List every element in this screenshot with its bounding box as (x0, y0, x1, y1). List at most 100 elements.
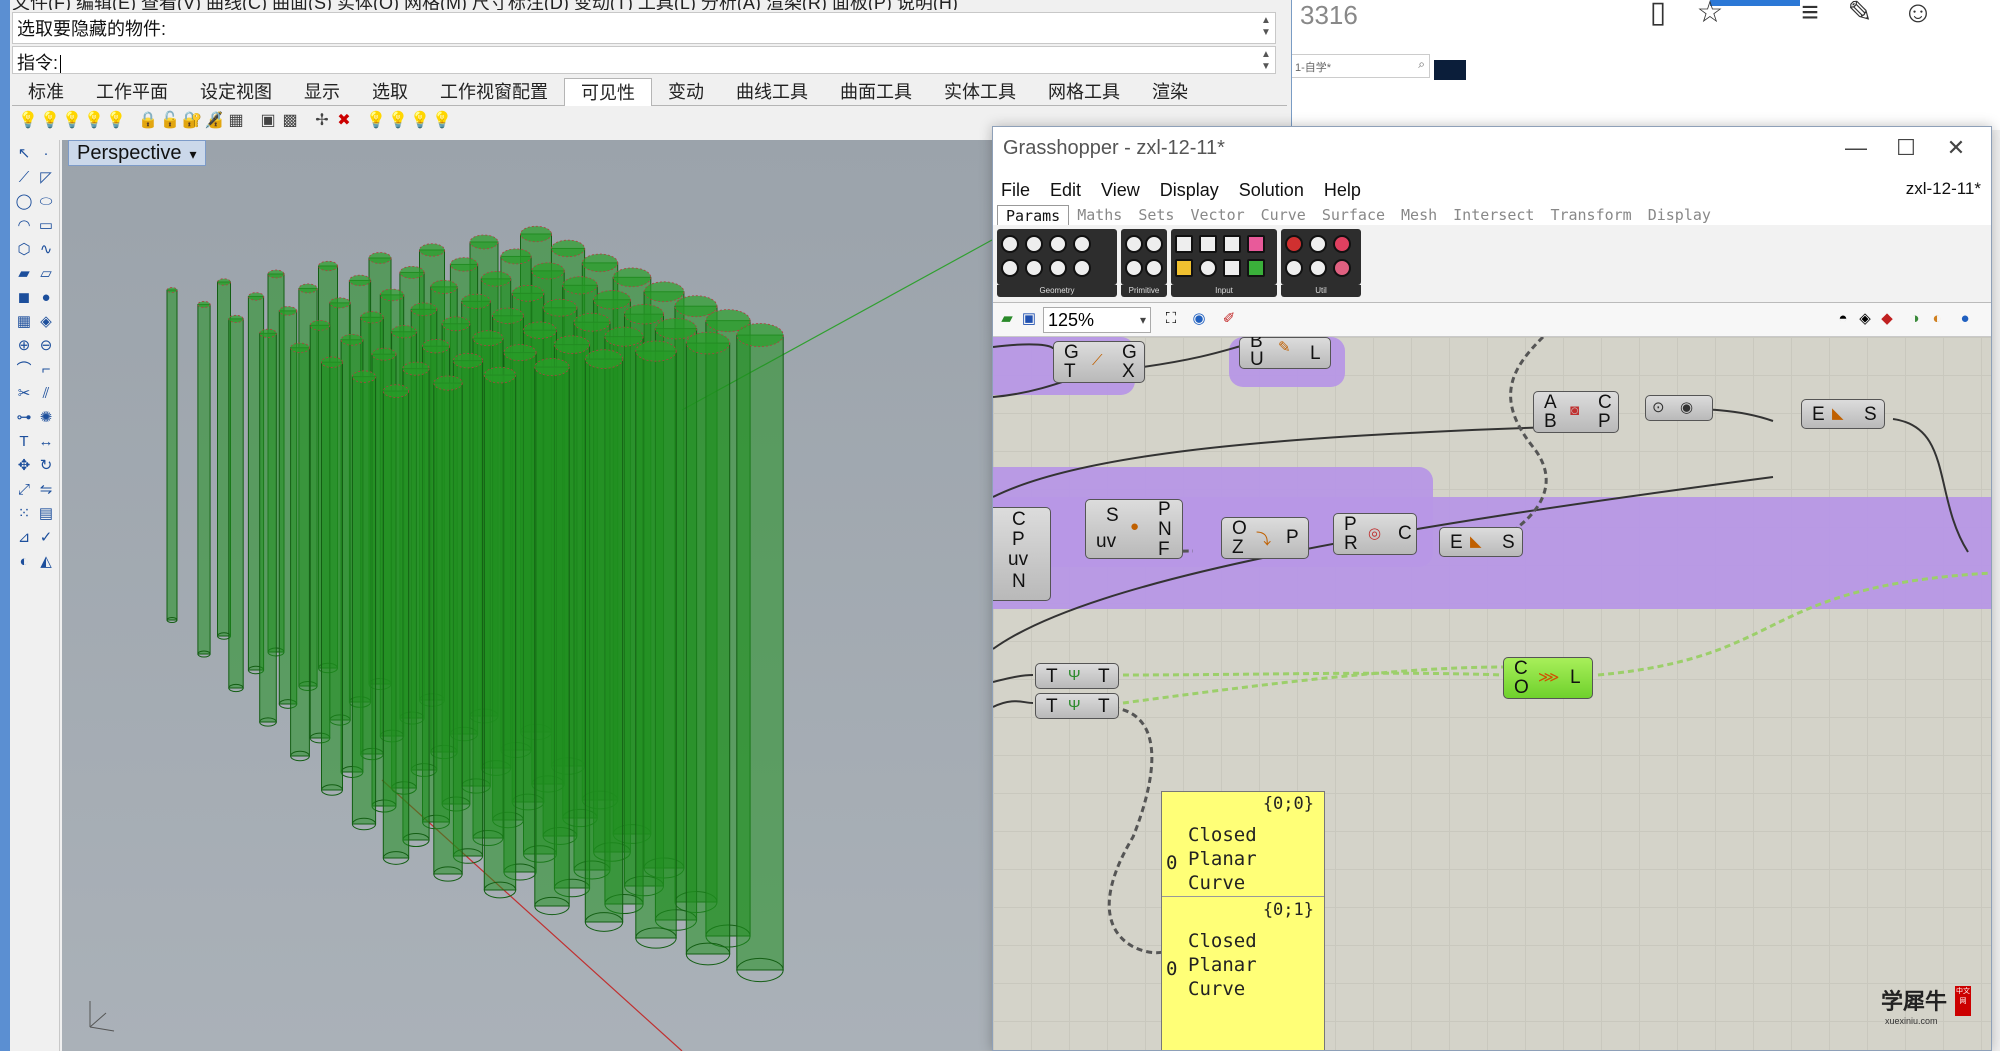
selected-only-preview-icon[interactable]: ◑ (1905, 309, 1925, 329)
menu-view[interactable]: View (1101, 180, 1140, 201)
scale-icon[interactable]: ⤢ (14, 480, 34, 500)
output-l[interactable]: L (1310, 344, 1321, 363)
input-t[interactable]: T (1046, 667, 1058, 686)
render-icon[interactable]: ◐ (14, 552, 34, 572)
show-in-detail-icon[interactable]: 💡 (388, 110, 408, 132)
output-s[interactable]: S (1502, 533, 1515, 552)
hide-swap-icon[interactable]: 💡 (84, 110, 104, 132)
hide-points-x-icon[interactable]: ✖ (334, 110, 354, 132)
tab-display[interactable]: 显示 (288, 78, 356, 106)
component-circle[interactable]: P R ◎ C (1333, 513, 1417, 555)
integer-param-icon[interactable] (1145, 235, 1163, 253)
point-icon[interactable]: · (36, 144, 56, 164)
curve-param-icon[interactable] (1001, 259, 1019, 277)
lock-objects-icon[interactable]: 🔒 (138, 110, 158, 132)
pipe-cylinder[interactable] (166, 289, 178, 621)
search-icon[interactable]: ⌕ (1418, 57, 1425, 72)
unlock-selected-icon[interactable]: 🔏 (204, 110, 224, 132)
move-icon[interactable]: ✥ (14, 456, 34, 476)
output-p[interactable]: P (1012, 530, 1025, 549)
value-list-icon[interactable] (1223, 259, 1241, 277)
slider-icon[interactable] (1175, 235, 1193, 253)
control-knob-icon[interactable] (1199, 259, 1217, 277)
tab-curve[interactable]: Curve (1253, 205, 1314, 225)
tab-vector[interactable]: Vector (1182, 205, 1252, 225)
browser-tab-text[interactable]: 3316 (1300, 0, 1358, 31)
tab-render[interactable]: 渲染 (1136, 78, 1204, 106)
menu-display[interactable]: Display (1160, 180, 1219, 201)
pipe-cylinder[interactable] (584, 358, 624, 923)
viewport-menu-chevron-icon[interactable]: ▾ (190, 146, 197, 162)
output-l[interactable]: L (1570, 668, 1581, 687)
explode-icon[interactable]: ✺ (36, 408, 56, 428)
control-points-on-icon[interactable]: ▣ (258, 110, 278, 132)
show-selected-icon[interactable]: 💡 (62, 110, 82, 132)
browser-address-bar[interactable]: 1-自学* ⌕ (1290, 54, 1430, 78)
tab-set-view[interactable]: 设定视图 (184, 78, 288, 106)
input-e[interactable]: E (1812, 405, 1825, 424)
hide-in-detail-icon[interactable]: 💡 (366, 110, 386, 132)
tab-transform[interactable]: Transform (1542, 205, 1639, 225)
tab-select[interactable]: 选取 (356, 78, 424, 106)
pipe-cylinder[interactable] (736, 334, 784, 971)
component-tt-2[interactable]: T Ψ T (1035, 693, 1119, 719)
web-note-icon[interactable]: ✎ (1840, 0, 1880, 30)
save-file-icon[interactable]: ▣ (1019, 309, 1039, 329)
input-a[interactable]: A (1544, 393, 1557, 412)
vector-param-icon[interactable] (1049, 235, 1067, 253)
output-p[interactable]: P (1158, 500, 1171, 519)
number-param-icon[interactable] (1125, 259, 1143, 277)
point-param-icon[interactable] (1025, 235, 1043, 253)
tab-mesh-tools[interactable]: 网格工具 (1032, 78, 1136, 106)
polygon-icon[interactable]: ⬡ (14, 240, 34, 260)
loft-icon[interactable]: ◈ (36, 312, 56, 332)
tab-curve-tools[interactable]: 曲线工具 (720, 78, 824, 106)
command-line-scroll[interactable]: ▲ ▼ (1259, 49, 1273, 73)
surface-icon[interactable]: ▰ (14, 264, 34, 284)
dimension-icon[interactable]: ↔ (36, 432, 56, 452)
input-t[interactable]: T (1046, 697, 1058, 716)
data-panel[interactable]: {0;0} 0 Closed Planar Curve {0;1} 0 Clos… (1161, 791, 1325, 1050)
array-icon[interactable]: ⁙ (14, 504, 34, 524)
output-g[interactable]: G (1122, 343, 1137, 362)
flask-icon[interactable] (1333, 259, 1351, 277)
analyze-icon[interactable]: ⊿ (14, 528, 34, 548)
menu-solution[interactable]: Solution (1239, 180, 1304, 201)
browser-dark-button[interactable] (1434, 60, 1466, 80)
mesh-param-icon[interactable] (1073, 259, 1091, 277)
tab-intersect[interactable]: Intersect (1445, 205, 1542, 225)
output-f[interactable]: F (1158, 540, 1170, 559)
split-icon[interactable]: ⫽ (36, 384, 56, 404)
output-p[interactable]: P (1598, 412, 1611, 431)
pipe-cylinder[interactable] (534, 366, 570, 907)
trim-icon[interactable]: ✂ (14, 384, 34, 404)
show-points-icon[interactable]: ✢ (312, 110, 332, 132)
document-preview-settings-icon[interactable]: ● (1955, 309, 1975, 329)
freeform-curve-icon[interactable]: ∿ (36, 240, 56, 260)
component-spnf[interactable]: S uv ● P N F (1085, 499, 1183, 559)
polyline-icon[interactable]: ⟋ (14, 168, 34, 188)
tab-surface-tools[interactable]: 曲面工具 (824, 78, 928, 106)
preview-mesh-quality-icon[interactable]: ◐ (1927, 309, 1947, 329)
close-icon[interactable]: ✕ (1931, 133, 1981, 163)
input-b[interactable]: B (1544, 412, 1557, 431)
tab-maths[interactable]: Maths (1069, 205, 1130, 225)
tab-mesh[interactable]: Mesh (1393, 205, 1445, 225)
perspective-viewport[interactable]: Perspective ▾ (62, 140, 992, 1051)
material-icon[interactable]: ◭ (36, 552, 56, 572)
output-c[interactable]: C (1012, 510, 1026, 529)
rectangle-icon[interactable]: ▭ (36, 216, 56, 236)
command-line[interactable]: 指令: ▲ ▼ (12, 46, 1276, 74)
geometry-param-icon[interactable] (1001, 235, 1019, 253)
component-abcp[interactable]: A B ◙ C P (1533, 391, 1619, 433)
graph-mapper-icon[interactable] (1175, 259, 1193, 277)
brep-param-icon[interactable] (1049, 259, 1067, 277)
zoom-extents-icon[interactable]: ⛶ (1161, 309, 1181, 329)
input-t[interactable]: T (1064, 362, 1076, 381)
reading-view-icon[interactable]: ▯ (1638, 0, 1678, 30)
tab-surface[interactable]: Surface (1314, 205, 1393, 225)
tab-solid-tools[interactable]: 实体工具 (928, 78, 1032, 106)
unlock-objects-icon[interactable]: 🔓 (160, 110, 180, 132)
output-n[interactable]: N (1012, 572, 1026, 591)
fillet-icon[interactable]: ⌒ (14, 360, 34, 380)
